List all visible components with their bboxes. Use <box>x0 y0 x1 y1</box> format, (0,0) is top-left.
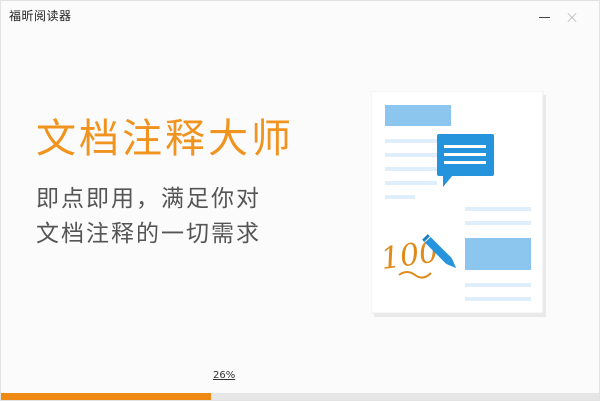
splash-subtitle-line-1: 即点即用，满足你对 <box>36 186 261 212</box>
title-bar[interactable]: 福昕阅读器 <box>1 1 599 31</box>
progress-percent-label: 26% <box>213 370 236 381</box>
progress-bar <box>1 393 599 400</box>
app-title: 福昕阅读器 <box>9 9 72 23</box>
annotation-illustration: 100 <box>371 91 546 317</box>
progress-bar-fill <box>1 393 211 400</box>
minimize-icon <box>539 17 550 18</box>
splash-window: 福昕阅读器 文档注释大师 即点即用，满足你对 文档注释的一切需求 100 26% <box>0 0 600 401</box>
minimize-button[interactable] <box>533 7 557 27</box>
splash-subtitle-line-2: 文档注释的一切需求 <box>36 221 261 247</box>
document-icon <box>371 91 546 317</box>
close-button[interactable] <box>561 7 585 27</box>
splash-headline: 文档注释大师 <box>36 116 294 162</box>
